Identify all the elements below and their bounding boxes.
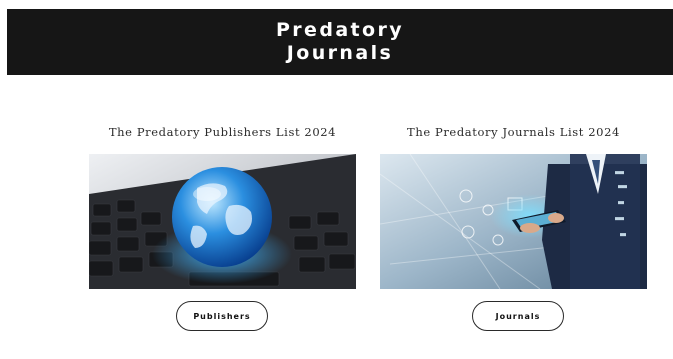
page-title: Predatory Journals (275, 19, 405, 64)
svg-text:■■: ■■ (620, 232, 626, 238)
publishers-card-title: The Predatory Publishers List 2024 (108, 125, 337, 139)
businessman-tablet-data-image: ■■■ ■■■ ■■ ■■■ ■■ (380, 154, 647, 289)
svg-text:■■■: ■■■ (615, 216, 624, 222)
svg-text:■■■: ■■■ (618, 184, 627, 190)
journals-button[interactable]: Journals (472, 301, 564, 331)
journals-card-title: The Predatory Journals List 2024 (407, 125, 620, 139)
svg-text:■■: ■■ (618, 200, 624, 206)
svg-text:■■■: ■■■ (615, 170, 624, 176)
publishers-button[interactable]: Publishers (176, 301, 268, 331)
globe-on-keyboard-image (89, 154, 356, 289)
page-header: Predatory Journals (7, 9, 673, 75)
